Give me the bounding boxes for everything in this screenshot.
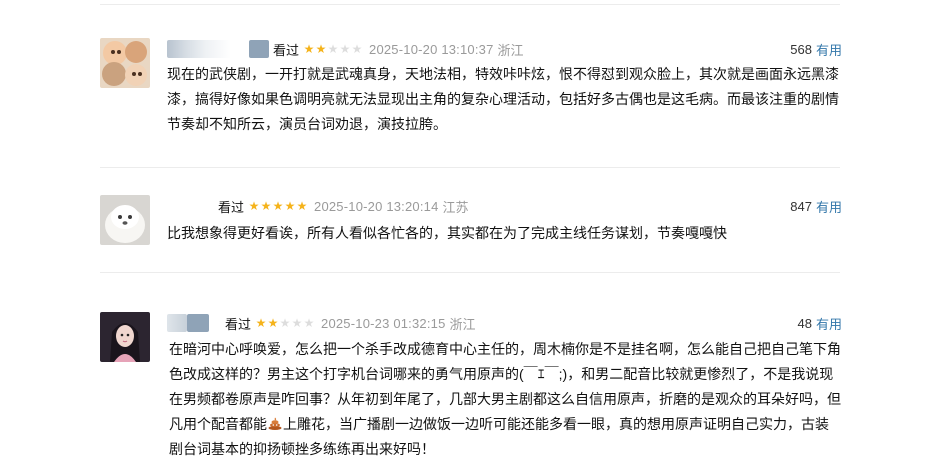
vote-area: 48 有用 xyxy=(798,312,842,334)
comment-text: 比我想象得更好看诶，所有人看似各忙各的，其实都在为了完成主线任务谋划，节奏嘎嘎快 xyxy=(167,225,727,241)
rating-stars: ★ ★ ★ ★ ★ xyxy=(255,317,315,329)
star-icon: ★ xyxy=(303,316,315,330)
useful-button[interactable]: 有用 xyxy=(816,314,842,333)
star-icon: ★ xyxy=(272,199,284,213)
comment-item: 看过 ★ ★ ★ ★ ★ 2025-10-20 13:20:14 江苏 847 有用 比… xyxy=(100,195,842,255)
star-icon: ★ xyxy=(315,42,327,56)
poop-emoji-icon xyxy=(268,413,282,430)
star-icon: ★ xyxy=(260,199,272,213)
useful-button[interactable]: 有用 xyxy=(816,197,842,216)
comment-time: 2025-10-20 13:10:37 xyxy=(369,41,494,57)
star-icon: ★ xyxy=(284,199,296,213)
rating-stars: ★ ★ ★ ★ ★ xyxy=(303,43,363,55)
star-icon: ★ xyxy=(255,316,267,330)
star-icon: ★ xyxy=(351,42,363,56)
vote-area: 847 有用 xyxy=(790,195,842,217)
avatar[interactable] xyxy=(100,38,150,88)
comment-text: 现在的武侠剧，一开打就是武魂真身，天地法相，特效咔咔炫，恨不得怼到观众脸上，其次… xyxy=(167,66,839,132)
username-blurred[interactable] xyxy=(167,39,269,59)
comment-item: 看过 ★ ★ ★ ★ ★ 2025-10-23 01:32:15 浙江 48 有用 在暗… xyxy=(100,312,842,462)
comment-time: 2025-10-23 01:32:15 xyxy=(321,315,446,331)
star-icon: ★ xyxy=(291,316,303,330)
avatar[interactable] xyxy=(100,195,150,245)
watched-label: 看过 xyxy=(218,199,245,215)
star-icon: ★ xyxy=(303,42,315,56)
comment-meta: 看过 ★ ★ ★ ★ ★ 2025-10-23 01:32:15 浙江 xyxy=(167,312,476,334)
star-icon: ★ xyxy=(248,199,260,213)
watched-label: 看过 xyxy=(273,42,300,58)
comment-time: 2025-10-20 13:20:14 xyxy=(314,198,439,214)
star-icon: ★ xyxy=(339,42,351,56)
divider-top xyxy=(100,4,840,5)
username-blurred[interactable] xyxy=(167,313,209,333)
comment-location: 江苏 xyxy=(442,199,469,215)
divider xyxy=(100,167,840,168)
vote-area: 568 有用 xyxy=(790,38,842,60)
rating-stars: ★ ★ ★ ★ ★ xyxy=(248,200,308,212)
comment-meta: 看过 ★ ★ ★ ★ ★ 2025-10-20 13:10:37 浙江 xyxy=(167,38,524,60)
watched-label: 看过 xyxy=(225,316,252,332)
avatar[interactable] xyxy=(100,312,150,362)
star-icon: ★ xyxy=(279,316,291,330)
vote-count: 847 xyxy=(790,198,812,214)
useful-button[interactable]: 有用 xyxy=(816,40,842,59)
comment-item: 看过 ★ ★ ★ ★ ★ 2025-10-20 13:10:37 浙江 568 有用 现… xyxy=(100,38,842,138)
star-icon: ★ xyxy=(296,199,308,213)
vote-count: 568 xyxy=(790,41,812,57)
star-icon: ★ xyxy=(327,42,339,56)
vote-count: 48 xyxy=(797,315,812,331)
comment-text: 在暗河中心呼唤爱，怎么把一个杀手改成德育中心主任的，周木楠你是不是挂名啊，怎么能… xyxy=(169,337,842,462)
divider xyxy=(100,272,840,273)
star-icon: ★ xyxy=(267,316,279,330)
comment-meta: 看过 ★ ★ ★ ★ ★ 2025-10-20 13:20:14 江苏 xyxy=(214,195,469,217)
comment-location: 浙江 xyxy=(449,316,476,332)
comment-location: 浙江 xyxy=(497,42,524,58)
